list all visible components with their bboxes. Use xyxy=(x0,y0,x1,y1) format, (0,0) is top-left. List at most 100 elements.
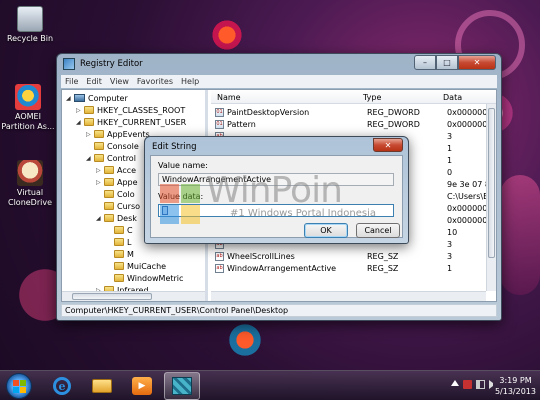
tree-item-appearance[interactable]: ▷ Appe xyxy=(96,176,138,188)
cancel-button[interactable]: Cancel xyxy=(356,223,400,238)
collapse-arrow-icon[interactable]: ◢ xyxy=(66,95,74,102)
folder-icon xyxy=(114,226,124,234)
tree-item-computer[interactable]: ◢ Computer xyxy=(66,92,128,104)
taskbar-media-player[interactable]: ▶ xyxy=(124,372,160,400)
menu-help[interactable]: Help xyxy=(181,77,199,86)
minimize-button[interactable]: – xyxy=(414,55,436,70)
expand-arrow-icon[interactable]: ▷ xyxy=(96,179,104,186)
caption-buttons: – □ ✕ xyxy=(414,55,496,70)
value-data-label: Value data: xyxy=(158,192,204,201)
tree-item-control-panel[interactable]: ◢ Control xyxy=(86,152,136,164)
folder-icon xyxy=(104,202,114,210)
tree-item-sub-l[interactable]: L xyxy=(114,236,131,248)
tree-item-desktop[interactable]: ◢ Desk xyxy=(96,212,137,224)
expand-arrow-icon[interactable]: ▷ xyxy=(86,131,94,138)
value-type: REG_SZ xyxy=(367,251,399,261)
tree-item-hkcu[interactable]: ◢ HKEY_CURRENT_USER xyxy=(76,116,186,128)
value-row[interactable]: 01 PaintDesktopVersion REG_DWORD 0x0000000 xyxy=(215,106,496,118)
menu-view[interactable]: View xyxy=(110,77,129,86)
value-row[interactable]: ab WheelScrollLines REG_SZ 3 xyxy=(215,250,496,262)
menu-file[interactable]: File xyxy=(65,77,78,86)
values-horizontal-scrollbar[interactable] xyxy=(211,291,486,301)
close-button[interactable]: ✕ xyxy=(458,55,496,70)
desktop-icon-virtual-clonedrive[interactable]: Virtual CloneDrive xyxy=(2,160,58,208)
tree-item-sub-m[interactable]: M xyxy=(114,248,134,260)
taskbar-windows-explorer[interactable] xyxy=(84,372,120,400)
aomei-icon xyxy=(15,84,41,110)
value-row[interactable]: 01 Pattern REG_DWORD 0x0000000 xyxy=(215,118,496,130)
expand-arrow-icon[interactable]: ▷ xyxy=(96,167,104,174)
collapse-arrow-icon[interactable]: ◢ xyxy=(86,155,94,162)
text-cursor xyxy=(162,206,168,215)
dialog-title: Edit String xyxy=(152,142,197,152)
value-name: WindowArrangementActive xyxy=(227,263,337,273)
taskbar-internet-explorer[interactable]: e xyxy=(44,372,80,400)
folder-icon xyxy=(104,178,114,186)
tree-item-label: Desk xyxy=(117,213,137,223)
taskbar-registry-editor[interactable] xyxy=(164,372,200,400)
tree-item-accessibility[interactable]: ▷ Acce xyxy=(96,164,136,176)
maximize-button[interactable]: □ xyxy=(436,55,458,70)
tree-item-hkcr[interactable]: ▷ HKEY_CLASSES_ROOT xyxy=(76,104,185,116)
column-header-type[interactable]: Type xyxy=(363,93,381,102)
tree-item-sub-c[interactable]: C xyxy=(114,224,133,236)
collapse-arrow-icon[interactable]: ◢ xyxy=(96,215,104,222)
folder-icon xyxy=(84,106,94,114)
tree-item-label: Appe xyxy=(117,177,138,187)
tree-horizontal-scrollbar[interactable] xyxy=(62,291,205,301)
scrollbar-thumb[interactable] xyxy=(72,293,152,300)
collapse-arrow-icon[interactable]: ◢ xyxy=(76,119,84,126)
tree-item-muicache[interactable]: MuiCache xyxy=(114,260,166,272)
tree-item-label: HKEY_CURRENT_USER xyxy=(97,117,187,127)
desktop-icon-aomei[interactable]: AOMEI Partition As... xyxy=(0,84,56,132)
network-icon[interactable] xyxy=(476,380,485,389)
clock-time: 3:19 PM xyxy=(499,376,532,385)
media-player-icon: ▶ xyxy=(132,377,152,395)
value-type: REG_SZ xyxy=(367,263,399,273)
ok-button[interactable]: OK xyxy=(304,223,348,238)
desktop-icon-label-text: AOMEI Partition As... xyxy=(1,112,55,131)
tree-item-console[interactable]: Console xyxy=(86,140,139,152)
show-hidden-icons-icon[interactable] xyxy=(451,380,459,386)
window-title: Registry Editor xyxy=(80,59,143,69)
tree-item-label: C xyxy=(127,225,133,235)
folder-icon xyxy=(94,154,104,162)
dialog-close-button[interactable]: ✕ xyxy=(373,138,403,152)
start-button[interactable] xyxy=(6,373,32,399)
action-center-flag-icon[interactable] xyxy=(463,380,472,389)
column-header-name[interactable]: Name xyxy=(217,93,241,102)
system-tray xyxy=(451,380,498,389)
menu-edit[interactable]: Edit xyxy=(86,77,102,86)
value-type: REG_DWORD xyxy=(367,119,420,129)
folder-icon xyxy=(114,274,124,282)
tree-item-colors[interactable]: Colo xyxy=(96,188,135,200)
folder-library-icon xyxy=(92,379,112,393)
string-value-icon: ab xyxy=(215,251,224,261)
dword-value-icon: 01 xyxy=(215,119,224,129)
expand-arrow-icon[interactable]: ▷ xyxy=(76,107,84,114)
desktop-icon-label: Virtual CloneDrive xyxy=(7,188,53,207)
tree-item-appevents[interactable]: ▷ AppEvents xyxy=(86,128,150,140)
folder-icon xyxy=(104,166,114,174)
scrollbar-thumb[interactable] xyxy=(488,108,495,258)
tree-item-label: MuiCache xyxy=(127,261,167,271)
folder-icon xyxy=(94,142,104,150)
tree-item-label: Acce xyxy=(117,165,137,175)
tree-item-label: Curso xyxy=(117,201,141,211)
menu-favorites[interactable]: Favorites xyxy=(137,77,173,86)
value-row-selected[interactable]: ab WindowArrangementActive REG_SZ 1 xyxy=(215,262,496,274)
folder-icon xyxy=(104,190,114,198)
value-data-field[interactable] xyxy=(158,204,394,217)
column-header-data[interactable]: Data xyxy=(443,93,462,102)
dword-value-icon: 01 xyxy=(215,107,224,117)
desktop-icon-label: AOMEI Partition As... xyxy=(0,112,56,132)
recycle-bin-icon xyxy=(17,6,43,32)
tree-item-windowmetrics[interactable]: WindowMetric xyxy=(106,272,183,284)
taskbar-clock[interactable]: 3:19 PM 5/13/2013 xyxy=(495,375,536,397)
tree-item-label: AppEvents xyxy=(107,129,150,139)
tree-item-cursors[interactable]: Curso xyxy=(96,200,140,212)
values-vertical-scrollbar[interactable] xyxy=(486,104,496,291)
value-name-field[interactable]: WindowArrangementActive xyxy=(158,173,394,186)
registry-editor-icon xyxy=(172,377,192,395)
desktop-icon-recycle-bin[interactable]: Recycle Bin xyxy=(2,6,58,44)
